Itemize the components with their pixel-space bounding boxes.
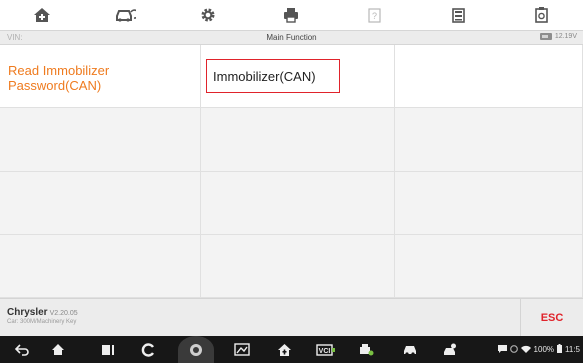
empty-tile xyxy=(201,172,395,235)
location-icon xyxy=(509,344,518,355)
footer-bar: Chrysler V2.20.05 Car: 300M/Machinery Key… xyxy=(0,298,583,337)
vehicle-home-icon xyxy=(277,343,292,357)
car-button[interactable] xyxy=(400,342,420,357)
vehicle-button[interactable] xyxy=(83,0,166,30)
service-icon xyxy=(442,343,459,357)
status-bar: VIN: Main Function 12.19V xyxy=(0,30,583,45)
back-button[interactable] xyxy=(12,342,32,357)
android-nav-bar: VCI 100% 11:5 xyxy=(0,336,583,363)
wifi-icon xyxy=(520,345,531,355)
browser-button[interactable] xyxy=(138,342,158,357)
fuel-button[interactable] xyxy=(356,342,376,357)
function-tile-read-immobilizer-password[interactable]: Read Immobilizer Password(CAN) xyxy=(0,45,201,108)
help-icon: ? xyxy=(368,7,381,23)
system-tray: 100% 11:5 xyxy=(497,344,580,355)
vehicle-info: Chrysler V2.20.05 xyxy=(7,307,78,318)
service-button[interactable] xyxy=(440,342,460,357)
function-label: Immobilizer(CAN) xyxy=(213,69,316,84)
battery-icon xyxy=(539,33,552,40)
vehicle-model: Car: 300M/Machinery Key xyxy=(7,319,77,325)
printer-icon xyxy=(283,7,299,23)
fuel-icon xyxy=(358,343,374,357)
empty-tile xyxy=(0,108,201,172)
vehicle-home-button[interactable] xyxy=(274,342,294,357)
datalog-icon xyxy=(535,7,548,23)
page-title: Main Function xyxy=(266,33,317,42)
empty-tile xyxy=(395,172,583,235)
empty-tile xyxy=(395,45,583,108)
empty-tile xyxy=(201,108,395,172)
function-label: Read Immobilizer Password(CAN) xyxy=(8,63,110,93)
battery-voltage: 12.19V xyxy=(554,33,577,40)
empty-tile xyxy=(395,235,583,298)
camera-icon xyxy=(189,343,203,357)
empty-tile xyxy=(0,235,201,298)
svg-text:VCI: VCI xyxy=(319,348,331,355)
home-nav-button[interactable] xyxy=(48,342,68,357)
battery-icon xyxy=(557,344,563,355)
home-icon xyxy=(51,343,65,356)
browser-icon xyxy=(141,342,155,357)
screenshot-button[interactable] xyxy=(232,342,252,357)
screenshot-icon xyxy=(234,343,250,356)
message-icon xyxy=(497,344,507,355)
settings-button[interactable] xyxy=(167,0,250,30)
immobilizer-can-button[interactable]: Immobilizer(CAN) xyxy=(206,59,340,93)
svg-text:?: ? xyxy=(372,11,377,21)
battery-voltage-indicator: 12.19V xyxy=(539,33,577,40)
print-button[interactable] xyxy=(250,0,333,30)
back-icon xyxy=(15,343,29,356)
empty-tile xyxy=(0,172,201,235)
vci-icon: VCI xyxy=(316,343,336,356)
datalog-button[interactable] xyxy=(500,0,583,30)
camera-button[interactable] xyxy=(186,342,206,357)
vehicle-make: Chrysler xyxy=(7,307,48,318)
recents-icon xyxy=(101,344,115,356)
empty-tile xyxy=(201,235,395,298)
car-icon xyxy=(402,344,418,356)
empty-tile xyxy=(395,108,583,172)
esc-button[interactable]: ESC xyxy=(520,299,583,337)
battery-percent: 100% xyxy=(533,345,555,354)
home-icon xyxy=(33,7,51,23)
software-version: V2.20.05 xyxy=(49,310,78,317)
home-button[interactable] xyxy=(0,0,83,30)
vci-button[interactable]: VCI xyxy=(314,342,338,357)
save-icon xyxy=(451,7,465,23)
top-toolbar: ? xyxy=(0,0,583,30)
vehicle-swap-icon xyxy=(114,7,136,23)
save-button[interactable] xyxy=(416,0,499,30)
gear-icon xyxy=(200,7,216,23)
help-button[interactable]: ? xyxy=(333,0,416,30)
clock: 11:5 xyxy=(565,345,580,354)
recents-button[interactable] xyxy=(98,342,118,357)
